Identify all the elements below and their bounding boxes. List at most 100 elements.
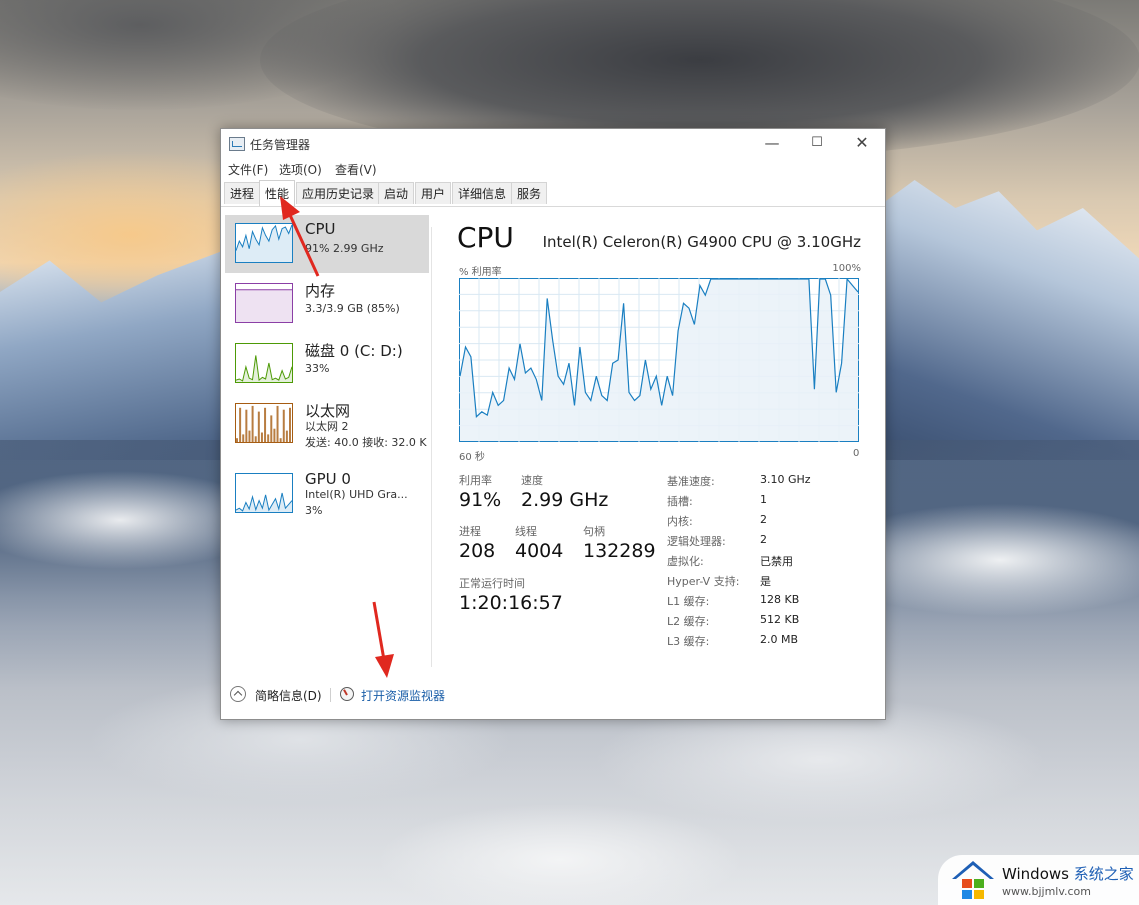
spec-label: 虚拟化: <box>667 555 704 568</box>
watermark-brand-zh: 系统之家 <box>1073 865 1134 883</box>
menu-bar: 文件(F) 选项(O) 查看(V) <box>221 159 885 179</box>
sidebar-item-title: CPU <box>305 220 336 238</box>
spec-value: 是 <box>760 575 771 588</box>
sidebar-item-throughput: 发送: 40.0 接收: 32.0 K <box>305 436 427 449</box>
sparkline-area <box>236 289 292 322</box>
spec-label: 插槽: <box>667 495 693 508</box>
sidebar-item-ethernet[interactable]: 以太网 以太网 2 发送: 40.0 接收: 32.0 K <box>225 395 429 453</box>
disk-sparkline <box>236 355 292 382</box>
spec-value: 2.0 MB <box>760 633 799 646</box>
window-title: 任务管理器 <box>250 138 311 152</box>
sparkline-bar <box>267 434 270 442</box>
sidebar-item-title: GPU 0 <box>305 470 351 488</box>
spec-value: 已禁用 <box>760 555 793 568</box>
mem-sparkline <box>236 289 292 322</box>
open-resource-monitor-link[interactable]: 打开资源监视器 <box>361 687 445 704</box>
spec-label: 内核: <box>667 515 693 528</box>
sidebar-item-gpu[interactable]: GPU 0 Intel(R) UHD Gra... 3% <box>225 465 429 523</box>
spec-label: Hyper-V 支持: <box>667 575 740 588</box>
title-bar[interactable]: 任务管理器 — ☐ ✕ <box>221 129 885 159</box>
sidebar-item-cpu[interactable]: CPU 91% 2.99 GHz <box>225 215 429 273</box>
spec-label: L3 缓存: <box>667 635 710 648</box>
sparkline-bar <box>270 415 273 442</box>
spec-label: L1 缓存: <box>667 595 710 608</box>
spec-label: 逻辑处理器: <box>667 535 726 548</box>
tab-services[interactable]: 服务 <box>511 182 548 204</box>
sparkline-bar <box>254 436 257 442</box>
disk-thumbnail-graph <box>235 343 293 383</box>
device-list: CPU 91% 2.99 GHz 内存 3.3/3.9 GB (85%) 磁盘 … <box>221 207 433 667</box>
cpu-sparkline <box>236 224 292 262</box>
sparkline-bar <box>251 405 254 442</box>
task-manager-icon <box>229 137 245 151</box>
gpu-sparkline <box>236 492 292 512</box>
handles-label: 句柄 <box>583 525 605 538</box>
tab-app-history[interactable]: 应用历史记录 <box>296 182 381 204</box>
task-manager-window: 任务管理器 — ☐ ✕ 文件(F) 选项(O) 查看(V) 进程 性能 应用历史… <box>220 128 886 720</box>
sidebar-item-subtitle: 91% 2.99 GHz <box>305 242 384 255</box>
sparkline-bar <box>282 409 285 442</box>
handles-value: 132289 <box>583 540 656 562</box>
spec-value: 2 <box>760 533 767 546</box>
watermark-brand-en: Windows <box>1002 865 1069 883</box>
tab-bar: 进程 性能 应用历史记录 启动 用户 详细信息 服务 <box>221 180 885 207</box>
cpu-utilization-graph <box>459 278 859 442</box>
tab-details[interactable]: 详细信息 <box>452 182 513 204</box>
wallpaper-mountain-right <box>884 180 1139 460</box>
net-sparkline <box>236 405 291 442</box>
processes-value: 208 <box>459 540 496 562</box>
spec-value: 3.10 GHz <box>760 473 811 486</box>
sparkline-bar <box>245 409 248 442</box>
sparkline-bar <box>260 432 263 442</box>
tab-processes[interactable]: 进程 <box>224 182 261 204</box>
site-watermark: Windows 系统之家 www.bjjmlv.com <box>938 855 1139 905</box>
minimize-button[interactable]: — <box>749 129 795 159</box>
menu-file[interactable]: 文件(F) <box>228 161 268 178</box>
ethernet-thumbnail-graph <box>235 403 293 443</box>
spec-value: 128 KB <box>760 593 800 606</box>
footer-divider <box>330 688 331 702</box>
sparkline-bar <box>239 407 242 442</box>
sidebar-item-subtitle: 以太网 2 <box>305 420 349 433</box>
spec-value: 512 KB <box>760 613 800 626</box>
tab-startup[interactable]: 启动 <box>378 182 415 204</box>
pane-divider[interactable] <box>431 227 432 667</box>
menu-options[interactable]: 选项(O) <box>279 161 322 178</box>
sparkline-bar <box>242 434 245 442</box>
gpu-thumbnail-graph <box>235 473 293 513</box>
spec-label: 基准速度: <box>667 475 715 488</box>
sparkline-bar <box>276 405 279 442</box>
sidebar-item-title: 内存 <box>305 282 336 300</box>
threads-label: 线程 <box>515 525 537 538</box>
tab-users[interactable]: 用户 <box>415 182 452 204</box>
sidebar-item-memory[interactable]: 内存 3.3/3.9 GB (85%) <box>225 275 429 333</box>
resource-monitor-icon[interactable] <box>340 687 354 701</box>
sidebar-item-usage: 3% <box>305 504 323 517</box>
close-button[interactable]: ✕ <box>839 129 885 159</box>
cpu-thumbnail-graph <box>235 223 293 263</box>
sidebar-item-subtitle: 33% <box>305 362 330 375</box>
graph-time-end: 0 <box>853 448 860 459</box>
graph-max-label: 100% <box>832 263 861 274</box>
sidebar-item-disk[interactable]: 磁盘 0 (C: D:) 33% <box>225 335 429 393</box>
cpu-model-name: Intel(R) Celeron(R) G4900 CPU @ 3.10GHz <box>542 233 861 251</box>
sidebar-item-subtitle: 3.3/3.9 GB (85%) <box>305 302 400 315</box>
sparkline-bar <box>285 430 288 442</box>
footer-bar: 简略信息(D) 打开资源监视器 <box>221 679 885 715</box>
maximize-button[interactable]: ☐ <box>794 129 840 159</box>
sparkline-bar <box>273 428 276 442</box>
sparkline-bar <box>279 438 282 442</box>
sparkline-bar <box>264 407 267 442</box>
graph-axis-label: % 利用率 <box>459 267 502 278</box>
processes-label: 进程 <box>459 525 481 538</box>
sidebar-item-title: 磁盘 0 (C: D:) <box>305 342 403 360</box>
watermark-url: www.bjjmlv.com <box>1002 885 1091 898</box>
uptime-value: 1:20:16:57 <box>459 592 563 614</box>
speed-label: 速度 <box>521 474 543 487</box>
chevron-up-icon[interactable] <box>230 686 246 702</box>
menu-view[interactable]: 查看(V) <box>335 161 377 178</box>
fewer-details-button[interactable]: 简略信息(D) <box>255 687 322 704</box>
tab-performance[interactable]: 性能 <box>259 180 296 206</box>
sparkline-bar <box>248 430 251 442</box>
sidebar-item-subtitle: Intel(R) UHD Gra... <box>305 488 408 501</box>
